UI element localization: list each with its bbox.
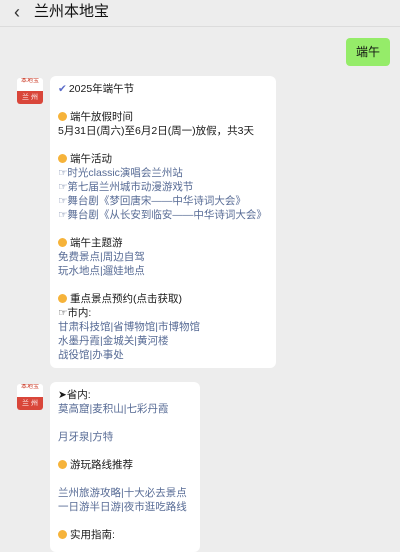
activities-heading: 端午活动 xyxy=(70,153,112,165)
bot-message-2: ➤省内: 莫高窟|麦积山|七彩丹霞 月牙泉|方特 游玩路线推荐 兰州旅游攻略|十… xyxy=(50,382,200,552)
message-title-row: ✔ 2025年端午节 xyxy=(58,82,268,96)
avatar-logo-text: 本地宝 xyxy=(17,78,43,91)
practical-heading: 实用指南: xyxy=(70,529,115,541)
province-row-2: 月牙泉|方特 xyxy=(58,430,192,444)
bot-avatar[interactable]: 本地宝 兰 州 xyxy=(17,384,43,410)
bullet-dot-icon xyxy=(58,238,67,247)
top-bar: ‹ 兰州本地宝 xyxy=(0,0,400,27)
theme-link-water-play[interactable]: 玩水地点 xyxy=(58,265,100,277)
bullet-dot-icon xyxy=(58,460,67,469)
spot-link-rainbow-danxia[interactable]: 七彩丹霞 xyxy=(126,403,168,415)
bullet-dot-icon xyxy=(58,294,67,303)
avatar-logo-text: 本地宝 xyxy=(17,384,43,397)
city-row-1: 甘肃科技馆|省博物馆|市博物馆 xyxy=(58,320,268,334)
back-icon[interactable]: ‹ xyxy=(14,3,20,21)
spot-link-danxia[interactable]: 水墨丹霞 xyxy=(58,335,100,347)
activity-link[interactable]: ☞第七届兰州城市动漫游戏节 xyxy=(58,180,268,194)
practical-heading-row: 实用指南: xyxy=(58,528,192,542)
spot-link-mogao[interactable]: 莫高窟 xyxy=(58,403,90,415)
city-label: ☞市内: xyxy=(58,307,92,319)
holiday-text: 5月31日(周六)至6月2日(周一)放假，共3天 xyxy=(58,125,255,137)
theme-link-free-spots[interactable]: 免费景点 xyxy=(58,251,100,263)
spot-link-fantawild[interactable]: 方特 xyxy=(92,431,113,443)
user-message-bubble: 端午 xyxy=(345,38,390,66)
user-message: 端午 xyxy=(345,38,390,66)
themes-row-2: 玩水地点|遛娃地点 xyxy=(58,264,268,278)
city-row-3: 战役馆|办事处 xyxy=(58,348,268,362)
activity-link[interactable]: ☞时光classic演唱会兰州站 xyxy=(58,166,268,180)
spot-link-office[interactable]: 办事处 xyxy=(92,349,124,361)
holiday-heading: 端午放假时间 xyxy=(70,111,133,123)
province-label: ➤省内: xyxy=(58,389,91,401)
booking-heading-row: 重点景点预约(点击获取) xyxy=(58,292,268,306)
avatar-city-text: 兰 州 xyxy=(17,91,43,104)
activities-heading-row: 端午活动 xyxy=(58,152,268,166)
spot-link-jinchengguan[interactable]: 金城关 xyxy=(103,335,135,347)
chat-title: 兰州本地宝 xyxy=(34,3,110,20)
activity-link[interactable]: ☞舞台剧《梦回唐宋——中华诗词大会》 xyxy=(58,194,268,208)
activity-link[interactable]: ☞舞台剧《从长安到临安——中华诗词大会》 xyxy=(58,208,268,222)
holiday-heading-row: 端午放假时间 xyxy=(58,110,268,124)
themes-heading: 端午主题游 xyxy=(70,237,123,249)
message-title: 2025年端午节 xyxy=(68,83,135,95)
spot-link-maijishan[interactable]: 麦积山 xyxy=(92,403,124,415)
spot-link-yellow-river-tower[interactable]: 黄河楼 xyxy=(137,335,169,347)
check-icon: ✔ xyxy=(58,83,67,95)
spot-link-battle-hall[interactable]: 战役馆 xyxy=(58,349,90,361)
theme-link-road-trip[interactable]: 周边自驾 xyxy=(103,251,145,263)
route-link-day-trip[interactable]: 一日游半日游 xyxy=(58,501,121,513)
spot-link-crescent-spring[interactable]: 月牙泉 xyxy=(58,431,90,443)
bullet-dot-icon xyxy=(58,112,67,121)
routes-row-1: 兰州旅游攻略|十大必去景点 xyxy=(58,486,192,500)
bot-message-1: ✔ 2025年端午节 端午放假时间 5月31日(周六)至6月2日(周一)放假，共3… xyxy=(50,76,276,368)
province-row-1: 莫高窟|麦积山|七彩丹霞 xyxy=(58,402,192,416)
routes-heading-row: 游玩路线推荐 xyxy=(58,458,192,472)
bot-avatar[interactable]: 本地宝 兰 州 xyxy=(17,78,43,104)
spot-link-provincial-museum[interactable]: 省博物馆 xyxy=(113,321,155,333)
bullet-dot-icon xyxy=(58,154,67,163)
avatar-city-text: 兰 州 xyxy=(17,397,43,410)
spot-link-city-museum[interactable]: 市博物馆 xyxy=(158,321,200,333)
theme-link-kids[interactable]: 遛娃地点 xyxy=(103,265,145,277)
themes-heading-row: 端午主题游 xyxy=(58,236,268,250)
routes-heading: 游玩路线推荐 xyxy=(70,459,133,471)
booking-heading: 重点景点预约(点击获取) xyxy=(70,293,182,305)
themes-row-1: 免费景点|周边自驾 xyxy=(58,250,268,264)
routes-row-2: 一日游半日游|夜市逛吃路线 xyxy=(58,500,192,514)
spot-link-science-museum[interactable]: 甘肃科技馆 xyxy=(58,321,111,333)
route-link-top10[interactable]: 十大必去景点 xyxy=(124,487,187,499)
city-row-2: 水墨丹霞|金城关|黄河楼 xyxy=(58,334,268,348)
route-link-guide[interactable]: 兰州旅游攻略 xyxy=(58,487,121,499)
bullet-dot-icon xyxy=(58,530,67,539)
route-link-night-market[interactable]: 夜市逛吃路线 xyxy=(124,501,187,513)
